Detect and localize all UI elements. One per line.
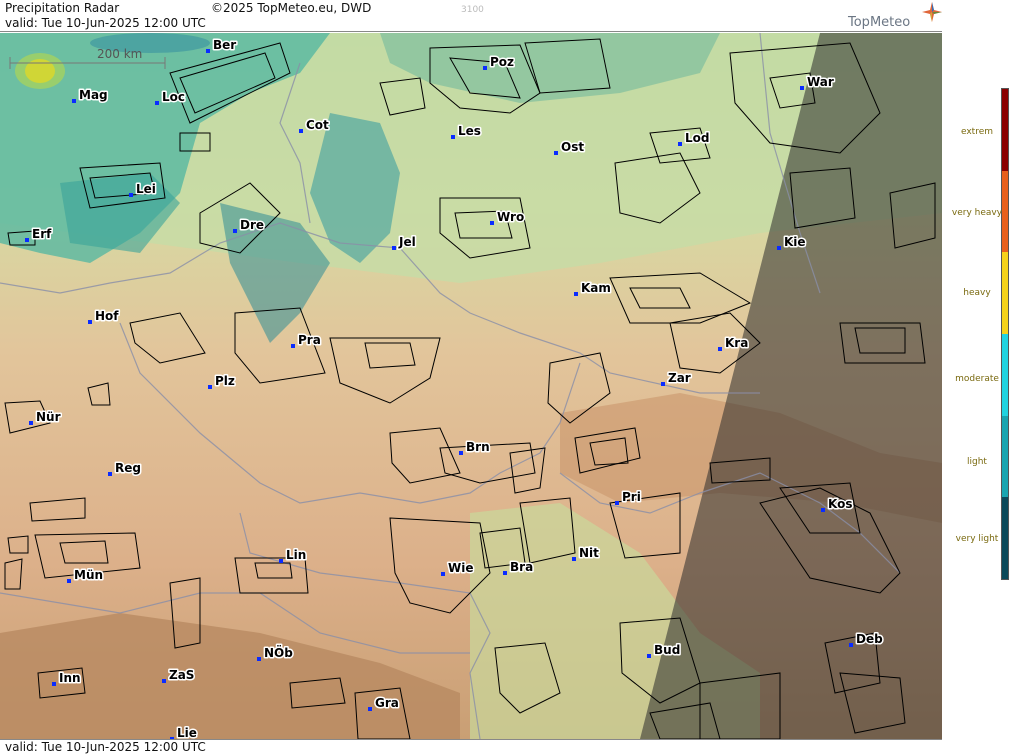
city-label: Erf: [32, 227, 52, 241]
city-label: Poz: [490, 55, 514, 69]
scale-bar-label: 200 km: [97, 47, 142, 61]
city-label: ZaS: [169, 668, 194, 682]
city-marker-icon: [451, 135, 455, 139]
city-label: Inn: [59, 671, 81, 685]
valid-time-top: valid: Tue 10-Jun-2025 12:00 UTC: [5, 16, 206, 30]
city-marker-icon: [392, 246, 396, 250]
city-marker-icon: [52, 682, 56, 686]
city-marker-icon: [661, 382, 665, 386]
city-label: Kie: [784, 235, 806, 249]
city-marker-icon: [821, 508, 825, 512]
city-marker-icon: [67, 579, 71, 583]
footer-bar: valid: Tue 10-Jun-2025 12:00 UTC: [0, 739, 942, 754]
city-marker-icon: [647, 654, 651, 658]
city-label: War: [807, 75, 834, 89]
city-label: Jel: [398, 235, 416, 249]
city-label: Mag: [79, 88, 108, 102]
city-label: Kos: [828, 497, 852, 511]
city-label: Kam: [581, 281, 611, 295]
city-marker-icon: [483, 66, 487, 70]
city-marker-icon: [206, 49, 210, 53]
legend-label: moderate: [955, 374, 999, 384]
city-marker-icon: [155, 101, 159, 105]
city-marker-icon: [574, 292, 578, 296]
radar-map[interactable]: 200 km Ber Poz War Mag Loc Cot Les Lod Ost Lei Dre…: [0, 33, 942, 739]
city-label: Les: [458, 124, 481, 138]
city-label: Nür: [36, 410, 61, 424]
city-marker-icon: [615, 501, 619, 505]
city-label: Zar: [668, 371, 691, 385]
city-marker-icon: [718, 347, 722, 351]
city-marker-icon: [849, 643, 853, 647]
city-marker-icon: [129, 193, 133, 197]
city-label: Mün: [74, 568, 103, 582]
city-label: Bra: [510, 560, 533, 574]
city-marker-icon: [72, 99, 76, 103]
city-label: Dre: [240, 218, 264, 232]
city-marker-icon: [368, 707, 372, 711]
city-label: Nit: [579, 546, 599, 560]
city-label: Gra: [375, 696, 399, 710]
city-marker-icon: [299, 129, 303, 133]
city-label: Pra: [298, 333, 321, 347]
city-marker-icon: [279, 559, 283, 563]
map-title: Precipitation Radar: [5, 1, 120, 15]
legend-label: heavy: [963, 288, 991, 298]
city-label: Kra: [725, 336, 748, 350]
city-marker-icon: [554, 151, 558, 155]
map-code: 3100: [461, 5, 484, 15]
city-marker-icon: [29, 421, 33, 425]
city-marker-icon: [291, 344, 295, 348]
legend-label: very light: [955, 534, 999, 544]
city-label: Wro: [497, 210, 524, 224]
city-marker-icon: [441, 572, 445, 576]
city-label: Lod: [685, 131, 709, 145]
city-label: Cot: [306, 118, 329, 132]
legend-color-bar: [1001, 88, 1009, 580]
city-marker-icon: [108, 472, 112, 476]
city-marker-icon: [88, 320, 92, 324]
city-label: Deb: [856, 632, 883, 646]
legend-label: light: [967, 457, 987, 467]
city-label: Reg: [115, 461, 141, 475]
city-marker-icon: [459, 451, 463, 455]
city-label: Wie: [448, 561, 474, 575]
copyright-text: ©2025 TopMeteo.eu, DWD: [211, 1, 372, 15]
legend-label: extrem: [960, 127, 994, 137]
city-marker-icon: [777, 246, 781, 250]
header-bar: Precipitation Radar ©2025 TopMeteo.eu, D…: [0, 0, 942, 32]
city-marker-icon: [572, 557, 576, 561]
city-marker-icon: [678, 142, 682, 146]
city-label: Lin: [286, 548, 306, 562]
compass-logo-icon: [922, 2, 942, 22]
city-marker-icon: [490, 221, 494, 225]
city-label: Ber: [213, 38, 236, 52]
brand-name: TopMeteo: [848, 15, 911, 30]
city-marker-icon: [208, 385, 212, 389]
city-marker-icon: [800, 86, 804, 90]
city-marker-icon: [503, 571, 507, 575]
city-label: Plz: [215, 374, 235, 388]
city-label: Pri: [622, 490, 641, 504]
city-marker-icon: [162, 679, 166, 683]
city-label: Lei: [136, 182, 156, 196]
city-label: Brn: [466, 440, 490, 454]
map-canvas: 200 km Ber Poz War Mag Loc Cot Les Lod Ost Lei Dre…: [0, 33, 942, 739]
city-label: Loc: [162, 90, 185, 104]
legend-label: very heavy: [951, 208, 1003, 218]
city-label: Hof: [95, 309, 119, 323]
city-label: Lie: [177, 726, 197, 739]
city-label: NÖb: [264, 645, 293, 660]
city-marker-icon: [233, 229, 237, 233]
city-marker-icon: [25, 238, 29, 242]
city-label: Ost: [561, 140, 584, 154]
city-label: Bud: [654, 643, 680, 657]
valid-time-bottom: valid: Tue 10-Jun-2025 12:00 UTC: [5, 740, 206, 754]
city-marker-icon: [257, 657, 261, 661]
